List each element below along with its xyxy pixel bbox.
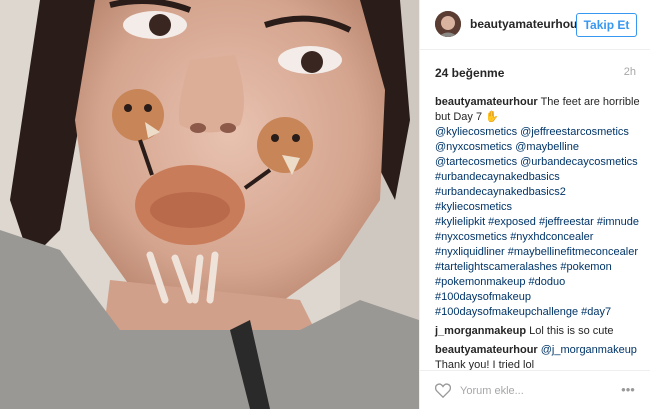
caption-tag-line[interactable]: #100daysofmakeup (435, 290, 643, 305)
more-options-button[interactable]: ••• (619, 382, 637, 398)
comments-list: beautyamateurhour The feet are horrible … (435, 95, 643, 377)
post-username[interactable]: beautyamateurhour (470, 17, 582, 31)
caption-tag-line[interactable]: #urbandecaynakedbasics (435, 170, 643, 185)
comment-username[interactable]: beautyamateurhour (435, 344, 538, 356)
likes-count[interactable]: 24 beğenme (435, 66, 504, 80)
comment-mention[interactable]: @j_morganmakeup (541, 344, 637, 356)
comment-item: beautyamateurhour @j_morganmakeup Thank … (435, 343, 643, 373)
caption-tag-line[interactable]: #urbandecaynakedbasics2 #kyliecosmetics (435, 185, 643, 215)
post-photo[interactable] (0, 0, 419, 409)
follow-button[interactable]: Takip Et (576, 13, 637, 37)
caption-tag-line[interactable]: #pokemonmakeup #doduo (435, 275, 643, 290)
user-avatar-icon (435, 11, 461, 37)
caption-tag-line[interactable]: #100daysofmakeupchallenge #day7 (435, 305, 643, 320)
caption-username[interactable]: beautyamateurhour (435, 96, 538, 108)
caption-tag-line[interactable]: #nyxcosmetics #nyxhdconcealer (435, 230, 643, 245)
post-header: beautyamateurhour Takip Et (420, 0, 650, 50)
comment-item: j_morganmakeup Lol this is so cute (435, 324, 643, 339)
heart-icon[interactable] (435, 383, 451, 398)
selfie-photo (0, 0, 419, 409)
caption-tag-line[interactable]: #tartelightscameralashes #pokemon (435, 260, 643, 275)
comment-username[interactable]: j_morganmakeup (435, 325, 526, 337)
post-time[interactable]: 2h (624, 66, 636, 78)
post-stats: 24 beğenme 2h (435, 66, 636, 82)
caption-tag-line[interactable]: #nyxliquidliner #maybellinefitmeconceale… (435, 245, 643, 260)
comment-input[interactable] (460, 382, 610, 400)
caption-tag-line[interactable]: @tartecosmetics @urbandecaycosmetics (435, 155, 643, 170)
comment-text: Lol this is so cute (529, 325, 614, 337)
add-comment-bar: ••• (420, 370, 650, 409)
caption-tag-line[interactable]: #kylielipkit #exposed #jeffreestar #imnu… (435, 215, 643, 230)
caption: beautyamateurhour The feet are horrible … (435, 95, 643, 320)
caption-tag-line[interactable]: @kyliecosmetics @jeffreestarcosmetics (435, 125, 643, 140)
caption-tag-line[interactable]: @nyxcosmetics @maybelline (435, 140, 643, 155)
avatar[interactable] (435, 11, 461, 37)
post-sidebar: beautyamateurhour Takip Et 24 beğenme 2h… (419, 0, 650, 409)
